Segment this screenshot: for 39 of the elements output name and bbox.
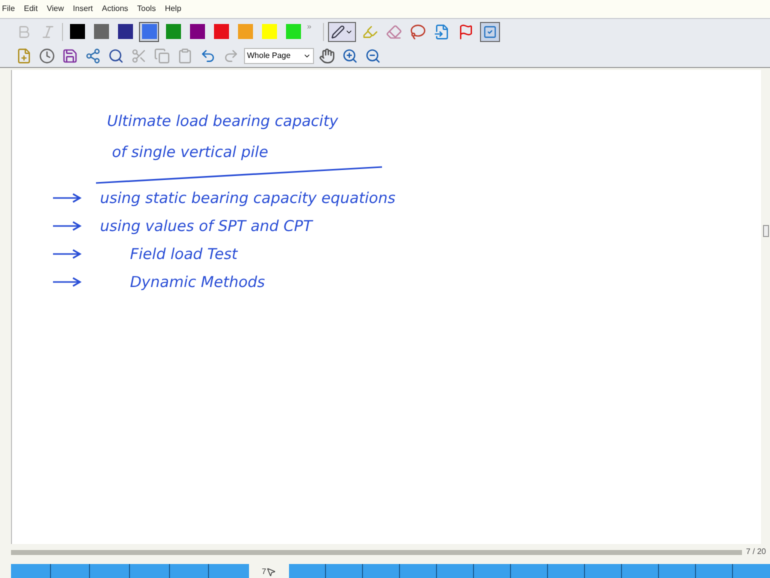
cursor-icon xyxy=(266,567,276,577)
note-text: using static bearing capacity equations xyxy=(100,188,396,209)
note-title: Ultimate load bearing capacity xyxy=(107,111,340,132)
arrow-icon xyxy=(52,277,82,287)
menu-item[interactable]: Help xyxy=(164,3,182,15)
color-swatch[interactable] xyxy=(163,22,183,42)
arrow-icon xyxy=(52,193,82,203)
hand-icon[interactable] xyxy=(317,46,337,66)
color-swatch[interactable] xyxy=(235,22,255,42)
color-swatch[interactable] xyxy=(91,22,111,42)
color-swatch[interactable] xyxy=(283,22,303,42)
note-text: Field load Test xyxy=(129,244,238,265)
menu-item[interactable]: Actions xyxy=(102,3,128,15)
selection-icon xyxy=(483,24,498,38)
color-swatch[interactable] xyxy=(259,22,279,42)
page-indicator: 7 / 20 xyxy=(746,546,766,558)
scroll-bar[interactable] xyxy=(11,550,742,554)
menu-item[interactable]: File xyxy=(2,3,15,15)
slide-number: 7 xyxy=(262,566,266,578)
menu-item[interactable]: Edit xyxy=(24,3,38,15)
color-swatch[interactable] xyxy=(67,22,87,42)
menu-item[interactable]: Insert xyxy=(72,3,93,15)
zoom-select[interactable]: Whole Page xyxy=(244,48,314,64)
arrow-icon xyxy=(52,221,82,231)
pen-button[interactable] xyxy=(328,22,356,42)
arrow-icon xyxy=(52,249,82,259)
color-swatch[interactable] xyxy=(187,22,207,42)
color-swatch[interactable] xyxy=(115,22,135,42)
color-swatch[interactable] xyxy=(211,22,231,42)
note-text: using values of SPT and CPT xyxy=(100,216,312,237)
color-swatch[interactable] xyxy=(139,22,159,42)
note-title: of single vertical pile xyxy=(111,142,270,162)
lasso-icon[interactable] xyxy=(408,22,428,42)
note-text: Dynamic Methods xyxy=(129,272,265,293)
pen-icon xyxy=(331,24,346,38)
menu-item[interactable]: Tools xyxy=(137,3,156,15)
menu-item[interactable]: View xyxy=(46,3,64,15)
clock-icon[interactable] xyxy=(37,46,57,66)
select-button[interactable] xyxy=(480,22,500,42)
